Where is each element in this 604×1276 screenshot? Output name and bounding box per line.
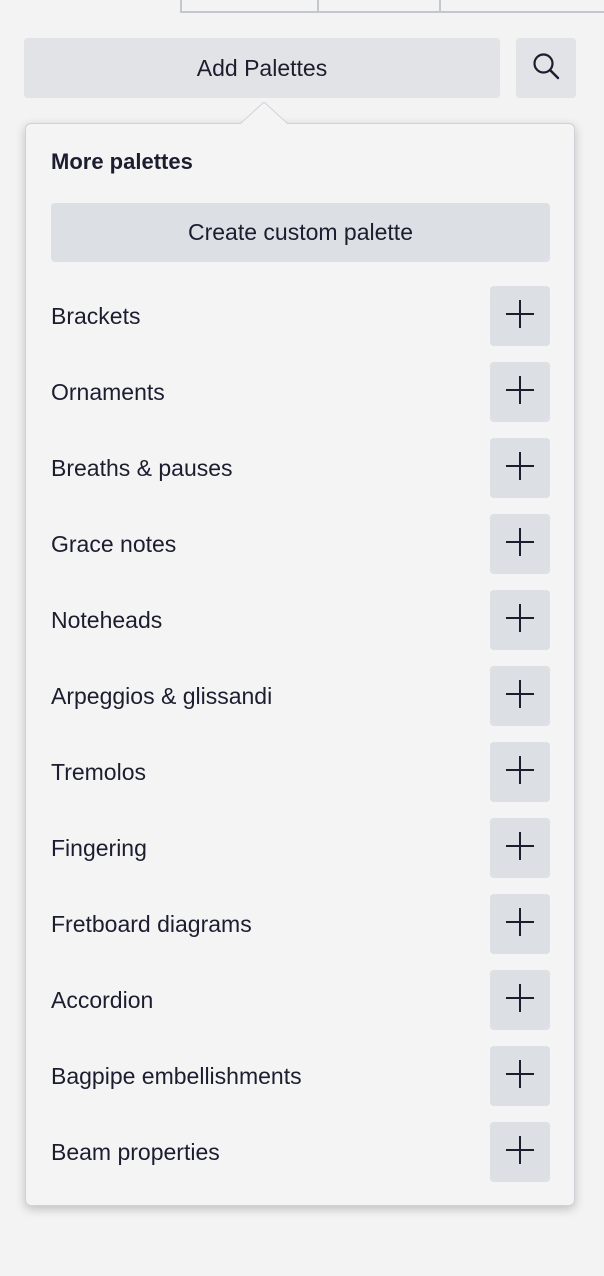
add-palette-button[interactable] [490, 818, 550, 878]
plus-icon [505, 831, 535, 866]
add-palette-button[interactable] [490, 970, 550, 1030]
palette-label: Fingering [51, 835, 147, 861]
search-button[interactable] [516, 38, 576, 98]
palette-label: Tremolos [51, 759, 146, 785]
popup-title: More palettes [51, 149, 193, 174]
palette-label: Noteheads [51, 607, 163, 633]
palette-item: Ornaments [26, 362, 574, 438]
palette-label: Fretboard diagrams [51, 911, 252, 937]
add-palette-button[interactable] [490, 742, 550, 802]
palette-item: Fingering [26, 818, 574, 894]
plus-icon [505, 1135, 535, 1170]
palette-item: Beam properties [26, 1122, 574, 1198]
palette-label: Brackets [51, 303, 141, 329]
plus-icon [505, 299, 535, 334]
palette-label: Bagpipe embellishments [51, 1063, 302, 1089]
add-palettes-button[interactable]: Add Palettes [24, 38, 500, 98]
more-palettes-popup: More palettes Create custom palette Brac… [25, 123, 575, 1206]
tab-divider [439, 0, 441, 13]
palette-label: Grace notes [51, 531, 177, 557]
plus-icon [505, 907, 535, 942]
palette-label: Breaths & pauses [51, 455, 233, 481]
plus-icon [505, 1059, 535, 1094]
add-palette-button[interactable] [490, 590, 550, 650]
plus-icon [505, 603, 535, 638]
add-palettes-label: Add Palettes [196, 54, 328, 81]
palette-item: Noteheads [26, 590, 574, 666]
plus-icon [505, 679, 535, 714]
add-palette-button[interactable] [490, 1122, 550, 1182]
create-custom-palette-button[interactable]: Create custom palette [51, 203, 550, 262]
palette-item: Arpeggios & glissandi [26, 666, 574, 742]
add-palette-button[interactable] [490, 894, 550, 954]
add-palette-button[interactable] [490, 362, 550, 422]
palette-item: Bagpipe embellishments [26, 1046, 574, 1122]
plus-icon [505, 451, 535, 486]
plus-icon [505, 375, 535, 410]
search-icon [531, 51, 561, 86]
add-palette-button[interactable] [490, 286, 550, 346]
plus-icon [505, 527, 535, 562]
plus-icon [505, 983, 535, 1018]
palette-item: Grace notes [26, 514, 574, 590]
plus-icon [505, 755, 535, 790]
tab-divider [317, 0, 319, 13]
palette-label: Ornaments [51, 379, 165, 405]
palette-item: Brackets [26, 286, 574, 362]
palette-item: Accordion [26, 970, 574, 1046]
add-palette-button[interactable] [490, 1046, 550, 1106]
palette-item: Tremolos [26, 742, 574, 818]
palette-list: Brackets Ornaments Breaths & pauses Grace n… [26, 286, 574, 1198]
palette-label: Accordion [51, 987, 154, 1013]
add-palette-button[interactable] [490, 438, 550, 498]
palette-item: Fretboard diagrams [26, 894, 574, 970]
add-palette-button[interactable] [490, 514, 550, 574]
palette-label: Beam properties [51, 1139, 220, 1165]
add-palette-button[interactable] [490, 666, 550, 726]
tab-strip [180, 0, 604, 13]
palette-item: Breaths & pauses [26, 438, 574, 514]
palette-label: Arpeggios & glissandi [51, 683, 273, 709]
create-custom-palette-label: Create custom palette [187, 219, 413, 245]
